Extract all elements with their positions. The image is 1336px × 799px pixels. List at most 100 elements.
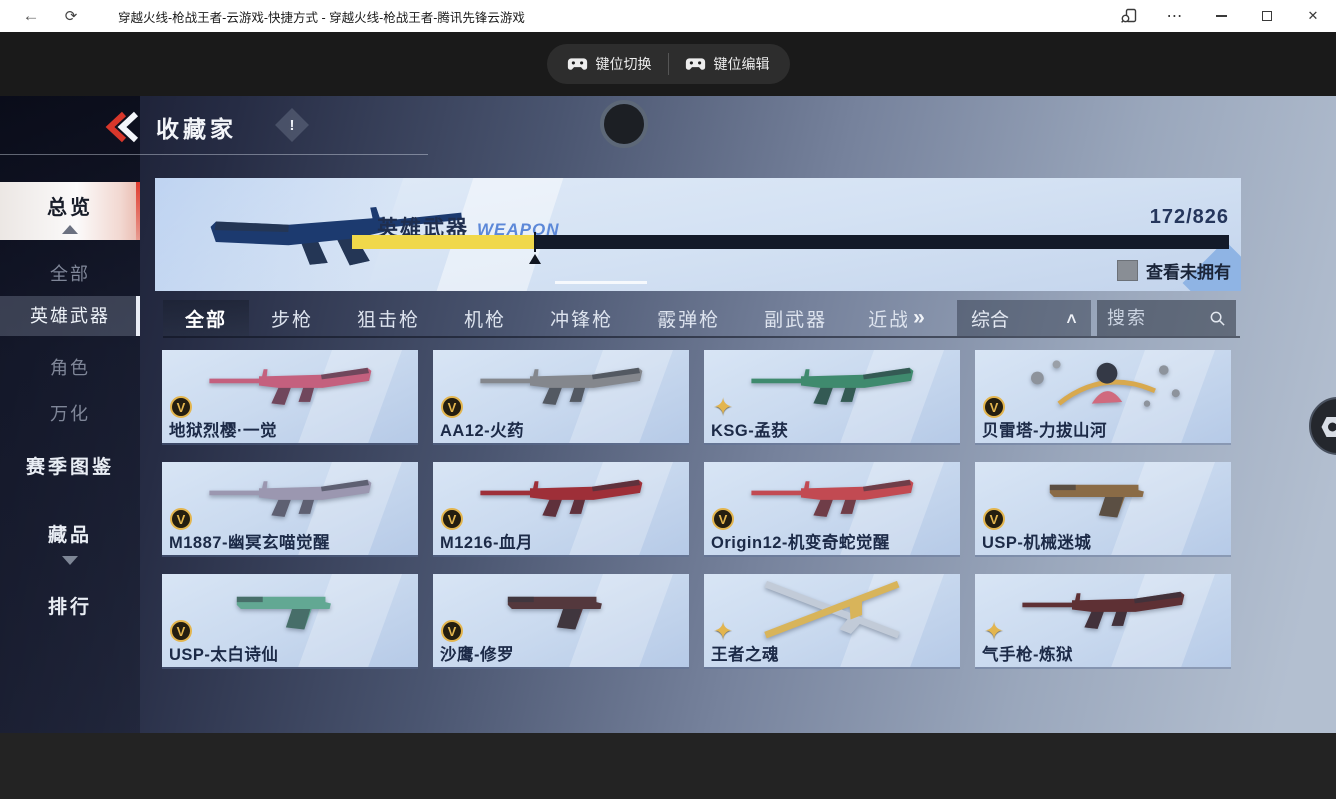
sidebar-item-season-catalog[interactable]: 赛季图鉴	[0, 452, 140, 479]
weapon-card[interactable]: V Origin12-机变奇蛇觉醒	[704, 462, 960, 555]
expand-indicator-icon	[62, 556, 78, 565]
tab-secondary[interactable]: 副武器	[742, 300, 849, 336]
close-button[interactable]: ✕	[1290, 0, 1336, 32]
page-title: 收藏家	[156, 116, 237, 142]
weapon-name: 王者之魂	[711, 646, 779, 664]
view-unowned-label: 查看未拥有	[1146, 263, 1231, 282]
window-controls: ⋯ ✕	[1106, 0, 1336, 32]
weapon-name: M1216-血月	[440, 534, 533, 552]
weapon-image	[993, 354, 1213, 418]
weapon-name: KSG-孟获	[711, 422, 789, 440]
assistant-circle	[1309, 397, 1336, 455]
weapon-tabbar: 全部 步枪 狙击枪 机枪 冲锋枪 霰弹枪 副武器 近战 » 综合 ∧	[163, 300, 1240, 338]
minimize-button[interactable]	[1198, 0, 1244, 32]
tab-mg[interactable]: 机枪	[442, 300, 528, 336]
app-window: ← ⟳ 穿越火线-枪战王者-云游戏-快捷方式 - 穿越火线-枪战王者-腾讯先锋云…	[0, 0, 1336, 799]
weapon-card[interactable]: V 地狱烈樱·一觉	[162, 350, 418, 443]
checkbox-icon[interactable]	[1117, 260, 1138, 281]
tab-melee[interactable]: 近战	[849, 300, 907, 336]
sidebar-item-collection[interactable]: 藏品	[0, 520, 140, 547]
weapon-image	[184, 353, 396, 415]
search-icon[interactable]	[1209, 310, 1226, 327]
rarity-badge-icon: ✦	[712, 393, 734, 421]
window-title: 穿越火线-枪战王者-云游戏-快捷方式 - 穿越火线-枪战王者-腾讯先锋云游戏	[118, 10, 525, 25]
weapon-card[interactable]: V USP-机械迷城	[975, 462, 1231, 555]
header-divider	[0, 154, 428, 155]
scroll-indicator	[555, 281, 647, 284]
weapon-card[interactable]: ✦ 王者之魂	[704, 574, 960, 667]
weapon-card[interactable]: V M1216-血月	[433, 462, 689, 555]
sidebar-search-icon[interactable]	[1106, 0, 1152, 32]
toolbar-divider	[667, 53, 669, 75]
sidebar-item-overview[interactable]: 总览	[0, 182, 140, 240]
weapon-name: USP-太白诗仙	[169, 646, 279, 664]
hexagon-icon	[1321, 417, 1336, 437]
back-button[interactable]	[100, 110, 148, 144]
tabs: 全部 步枪 狙击枪 机枪 冲锋枪 霰弹枪 副武器 近战 »	[163, 300, 953, 336]
tab-all[interactable]: 全部	[163, 300, 250, 336]
weapon-card[interactable]: ✦ KSG-孟获	[704, 350, 960, 443]
weapon-image	[455, 353, 667, 415]
gamepad-icon	[567, 57, 588, 72]
sidebar-item-characters[interactable]: 角色	[0, 348, 140, 388]
sidebar-item-ranking[interactable]: 排行	[0, 592, 140, 619]
keymap-pill: 键位切换 键位编辑	[546, 44, 790, 84]
weapon-card[interactable]: V 沙鹰-修罗	[433, 574, 689, 667]
rarity-badge-icon: V	[441, 396, 463, 418]
sidebar-item-hero-weapons[interactable]: 英雄武器	[0, 296, 140, 336]
sort-dropdown[interactable]: 综合 ∧	[957, 300, 1091, 336]
collapse-indicator-icon	[62, 225, 78, 234]
weapon-image	[726, 465, 938, 527]
overview-label: 总览	[47, 197, 93, 219]
maximize-button[interactable]	[1244, 0, 1290, 32]
weapon-image	[997, 577, 1209, 639]
weapon-name: USP-机械迷城	[982, 534, 1092, 552]
browser-back-icon[interactable]: ←	[14, 6, 48, 26]
sidebar-item-wanhua[interactable]: 万化	[0, 394, 140, 434]
info-alert-icon[interactable]: !	[275, 108, 309, 142]
search-input[interactable]	[1107, 307, 1209, 329]
tab-smg[interactable]: 冲锋枪	[528, 300, 635, 336]
weapon-name: 沙鹰-修罗	[440, 646, 514, 664]
weapon-image	[486, 580, 636, 638]
refresh-icon[interactable]: ⟳	[56, 7, 86, 25]
rarity-badge-icon: V	[441, 508, 463, 530]
weapon-name: M1887-幽冥玄喵觉醒	[169, 534, 330, 552]
weapon-image	[184, 465, 396, 527]
rarity-badge-icon: ✦	[983, 617, 1005, 645]
chevron-up-icon: ∧	[1064, 310, 1079, 327]
floating-assistant-button[interactable]	[1305, 396, 1336, 458]
weapon-image	[215, 580, 365, 638]
sidebar-item-all[interactable]: 全部	[0, 254, 140, 294]
rarity-badge-icon: V	[170, 396, 192, 418]
rarity-badge-icon: V	[983, 508, 1005, 530]
tab-sniper[interactable]: 狙击枪	[335, 300, 442, 336]
weapon-image	[726, 353, 938, 415]
weapon-name: 气手枪-炼狱	[982, 646, 1073, 664]
view-unowned-toggle[interactable]: 查看未拥有	[1117, 258, 1231, 283]
browser-menu-icon[interactable]: ⋯	[1152, 0, 1198, 32]
alert-glyph: !	[289, 116, 295, 134]
rarity-badge-icon: V	[441, 620, 463, 642]
weapon-card[interactable]: ✦ 气手枪-炼狱	[975, 574, 1231, 667]
tab-rifle[interactable]: 步枪	[249, 300, 335, 336]
gamepad-icon	[685, 57, 706, 72]
weapon-name: 贝雷塔-力拔山河	[982, 422, 1107, 440]
weapon-grid: V 地狱烈樱·一觉 V AA12-火药 ✦ KSG-孟获 V 贝雷塔-力拔山河 …	[162, 350, 1231, 667]
weapon-card[interactable]: V AA12-火药	[433, 350, 689, 443]
weapon-card[interactable]: V M1887-幽冥玄喵觉醒	[162, 462, 418, 555]
rarity-badge-icon: ✦	[712, 617, 734, 645]
owned-count: 172/826	[1149, 206, 1229, 228]
more-tabs-icon[interactable]: »	[907, 300, 931, 336]
search-box[interactable]	[1097, 300, 1236, 336]
tab-shotgun[interactable]: 霰弹枪	[635, 300, 742, 336]
weapon-card[interactable]: V 贝雷塔-力拔山河	[975, 350, 1231, 443]
maximize-icon	[1262, 11, 1272, 21]
game-viewport: 收藏家 ! 总览 全部 英雄武器 角色 万化 赛季图鉴 藏品 排行 英雄武器 W…	[0, 96, 1336, 733]
key-switch-button[interactable]: 键位切换	[567, 54, 652, 74]
weapon-card[interactable]: V USP-太白诗仙	[162, 574, 418, 667]
category-banner: 英雄武器 WEAPON 172/826 查看未拥有	[155, 178, 1241, 291]
weapon-name: AA12-火药	[440, 422, 525, 440]
key-edit-button[interactable]: 键位编辑	[685, 54, 770, 74]
weapon-image	[1028, 468, 1178, 526]
